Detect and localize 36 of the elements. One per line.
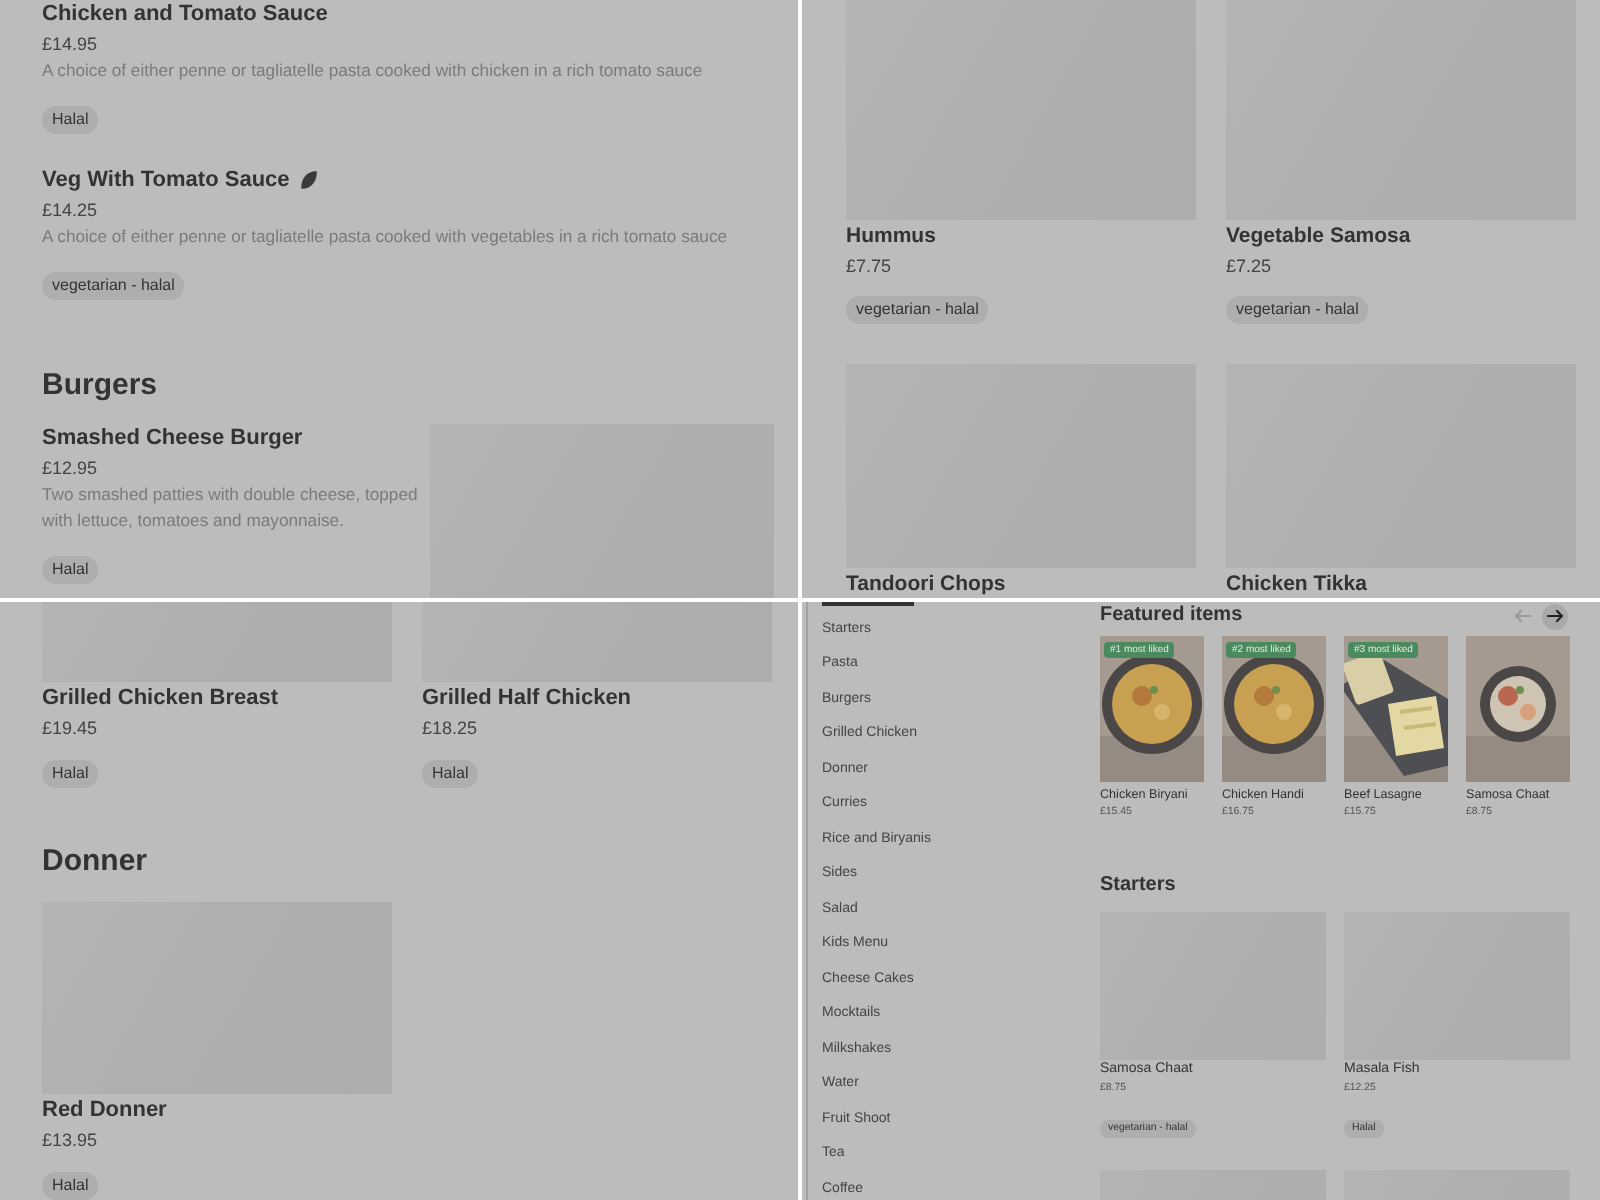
item-name: Red Donner (42, 1096, 169, 1126)
item-price: £7.75 (846, 254, 894, 280)
item-name: Grilled Chicken Breast (42, 684, 280, 714)
dietary-tag: Halal (42, 556, 99, 584)
item-name: Hummus (846, 222, 938, 252)
item-name: Veg With Tomato Sauce (42, 166, 290, 196)
section-heading: Starters (1100, 872, 1178, 900)
dietary-tag: vegetarian - halal (846, 296, 989, 324)
next-button[interactable] (1542, 603, 1568, 629)
item-description: Two smashed patties with double cheese, topped with lettuce, tomatoes and mayonnaise. (42, 482, 420, 534)
dietary-tag: vegetarian - halal (1226, 296, 1369, 324)
dietary-tag: Halal (422, 760, 479, 788)
item-price: £19.45 (42, 716, 100, 742)
item-price: £14.95 (42, 32, 100, 58)
item-price: £7.25 (1226, 254, 1274, 280)
dietary-tag: Halal (42, 760, 99, 788)
item-name: Smashed Cheese Burger (42, 424, 305, 454)
section-heading: Burgers (42, 366, 160, 406)
dietary-tag: vegetarian - halal (42, 272, 185, 300)
section-heading: Donner (42, 842, 149, 882)
item-name: Vegetable Samosa (1226, 222, 1413, 252)
item-name: Grilled Half Chicken (422, 684, 634, 714)
item-name: Chicken and Tomato Sauce (42, 0, 328, 30)
item-name: Chicken Tikka (1226, 570, 1369, 598)
item-price: £18.25 (422, 716, 480, 742)
arrow-right-icon (1545, 606, 1565, 626)
item-price: £14.25 (42, 198, 100, 224)
item-price: £13.95 (42, 1128, 100, 1154)
dietary-tag: Halal (42, 106, 99, 134)
item-name: Tandoori Chops (846, 570, 1008, 598)
item-description: A choice of either penne or tagliatelle pasta cooked with chicken in a rich tomato sauce (42, 58, 705, 84)
arrow-left-icon (1511, 606, 1531, 626)
section-heading: Featured items (1100, 602, 1243, 630)
item-price: £12.95 (42, 456, 100, 482)
item-description: A choice of either penne or tagliatelle pasta cooked with vegetables in a rich tomato sauce (42, 224, 730, 250)
dietary-tag: Halal (42, 1172, 99, 1200)
